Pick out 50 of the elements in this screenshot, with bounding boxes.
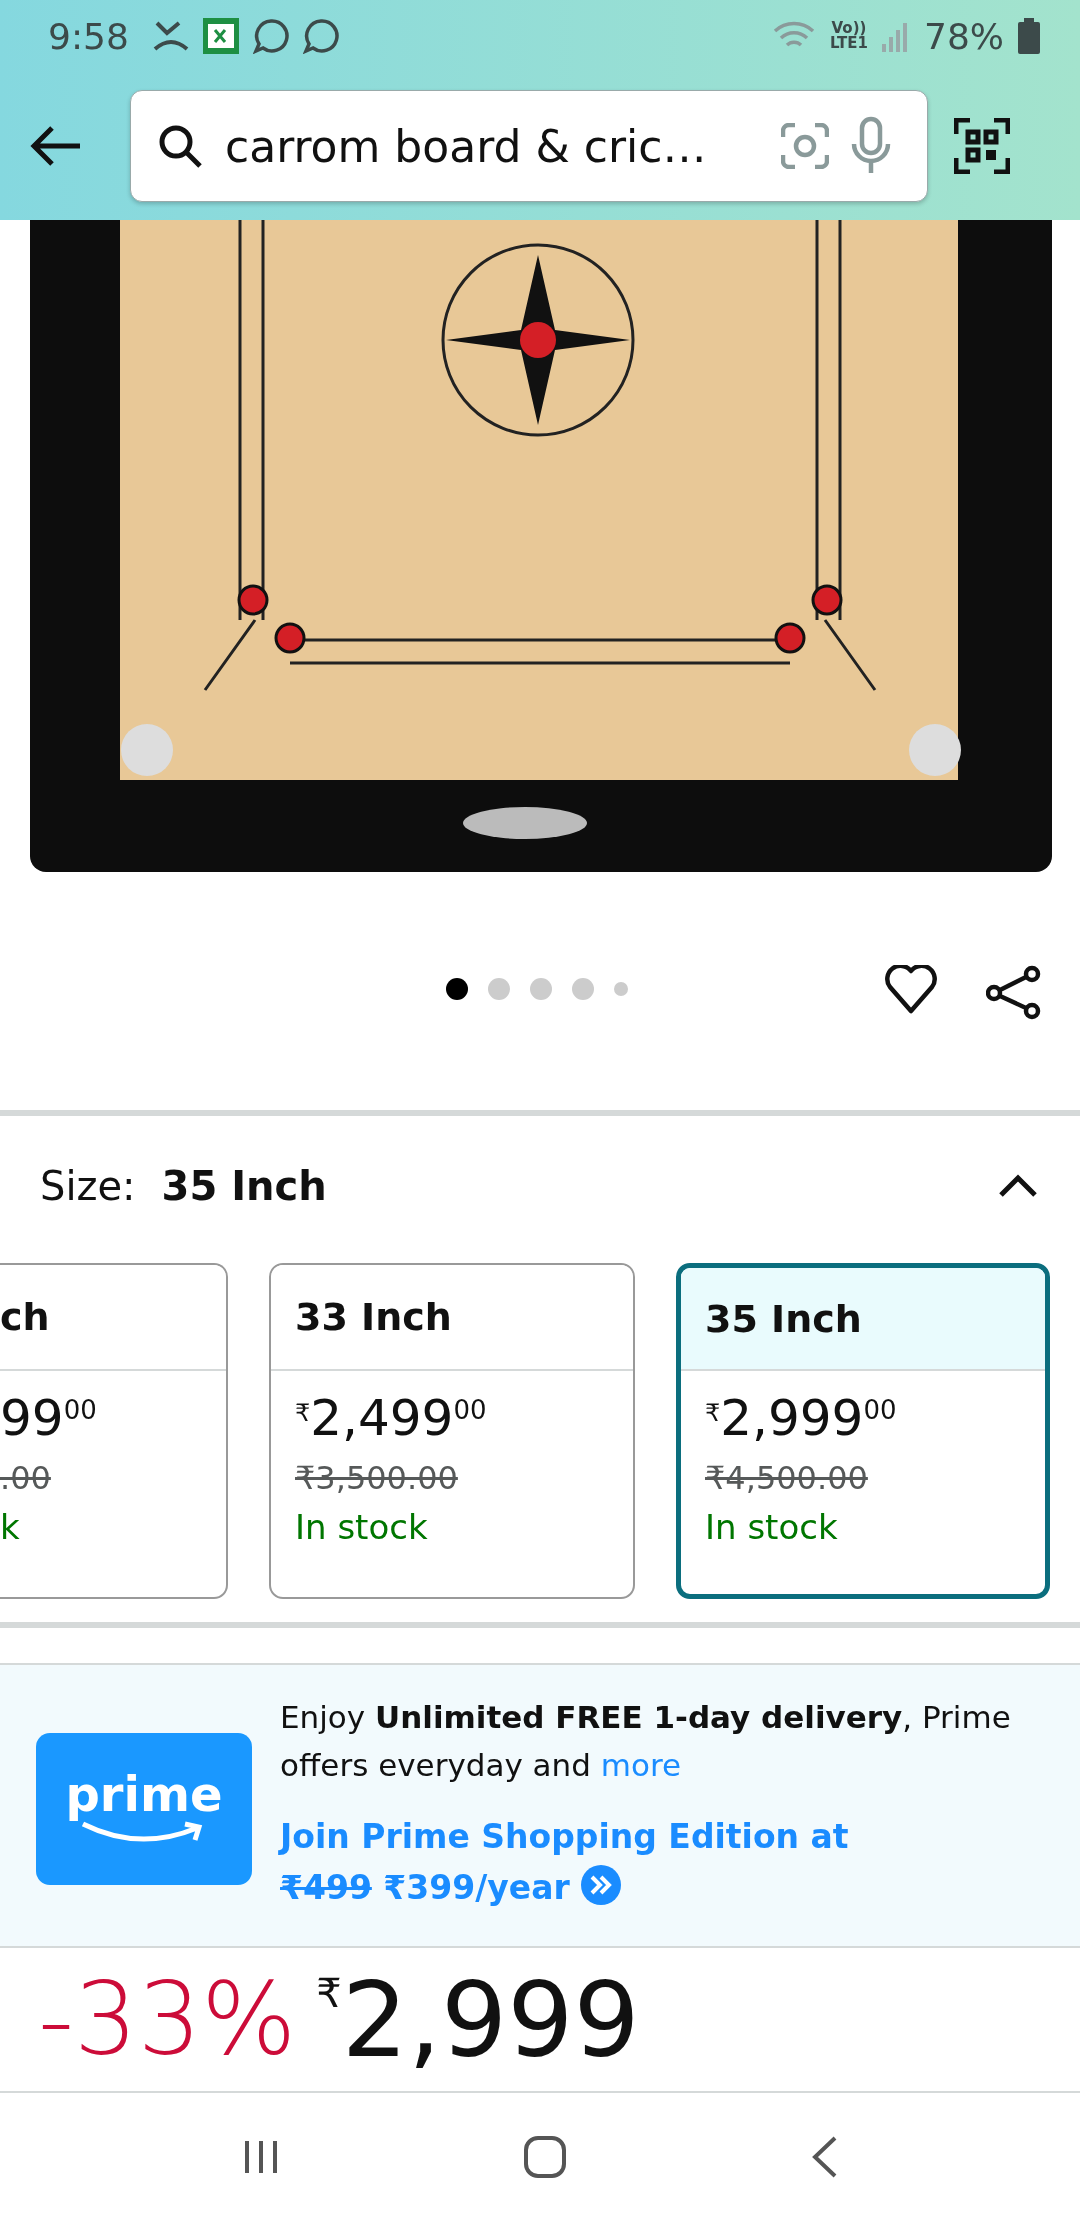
option-price: 2,499 [310,1391,454,1446]
selected-size: 35 Inch [161,1162,328,1209]
currency-symbol: ₹ [705,1399,721,1427]
missed-call-icon [152,19,189,53]
currency-symbol: ₹ [295,1399,311,1427]
currency-symbol: ₹ [316,1970,342,2016]
chevron-icon[interactable] [998,1173,1038,1198]
heart-icon[interactable] [884,965,938,1015]
option-price-paise: 00 [863,1395,897,1425]
battery-icon [1018,18,1040,54]
camera-icon[interactable] [781,123,829,169]
volte-text: Vo)) [831,21,867,36]
size-option-title: 35 Inch [705,1296,862,1341]
option-price-paise: 00 [63,1395,97,1425]
option-price-paise: 00 [453,1395,487,1425]
carousel-dot[interactable] [614,982,628,996]
battery-percent: 78% [924,15,1004,57]
search-icon [157,123,203,169]
size-label: Size: [40,1162,136,1209]
home-icon [523,2134,567,2179]
option-price: 2,999 [720,1391,864,1446]
search-query: carrom board & cric… [225,120,708,172]
discount-percent: -33% [38,1961,297,2078]
chat-bubble-icon [252,18,289,54]
carousel-dot[interactable] [488,978,510,1000]
lte-text: LTE1 [830,36,868,51]
signal-icon [882,20,910,52]
double-chevron-icon [581,1865,622,1906]
microphone-icon[interactable] [851,116,891,176]
search-field[interactable]: carrom board & cric… [130,90,928,202]
list-price: ₹3,500.00 [295,1459,459,1497]
carousel-dot[interactable] [446,978,468,1000]
carousel-dot[interactable] [530,978,552,1000]
chat-bubble-icon [302,18,339,54]
qr-scan-icon[interactable] [954,118,1010,174]
stock-status: In stock [705,1507,839,1547]
size-option-title: ch [0,1295,50,1339]
back-arrow-icon[interactable] [30,126,82,166]
prime-benefits-text: Enjoy Unlimited FREE 1-day delivery, Prime offers everyday and more [280,1698,1012,1786]
share-icon[interactable] [986,965,1042,1021]
stock-status: k [0,1507,21,1547]
list-price: ₹4,500.00 [705,1459,869,1497]
stock-status: In stock [295,1507,429,1547]
status-time: 9:58 [48,15,129,57]
option-price: 99 [0,1391,64,1446]
deal-price: 2,999 [341,1958,640,2081]
list-price: .00 [0,1459,52,1497]
spreadsheet-icon [202,18,239,54]
size-option-title: 33 Inch [295,1295,452,1339]
carousel-dot[interactable] [572,978,594,1000]
